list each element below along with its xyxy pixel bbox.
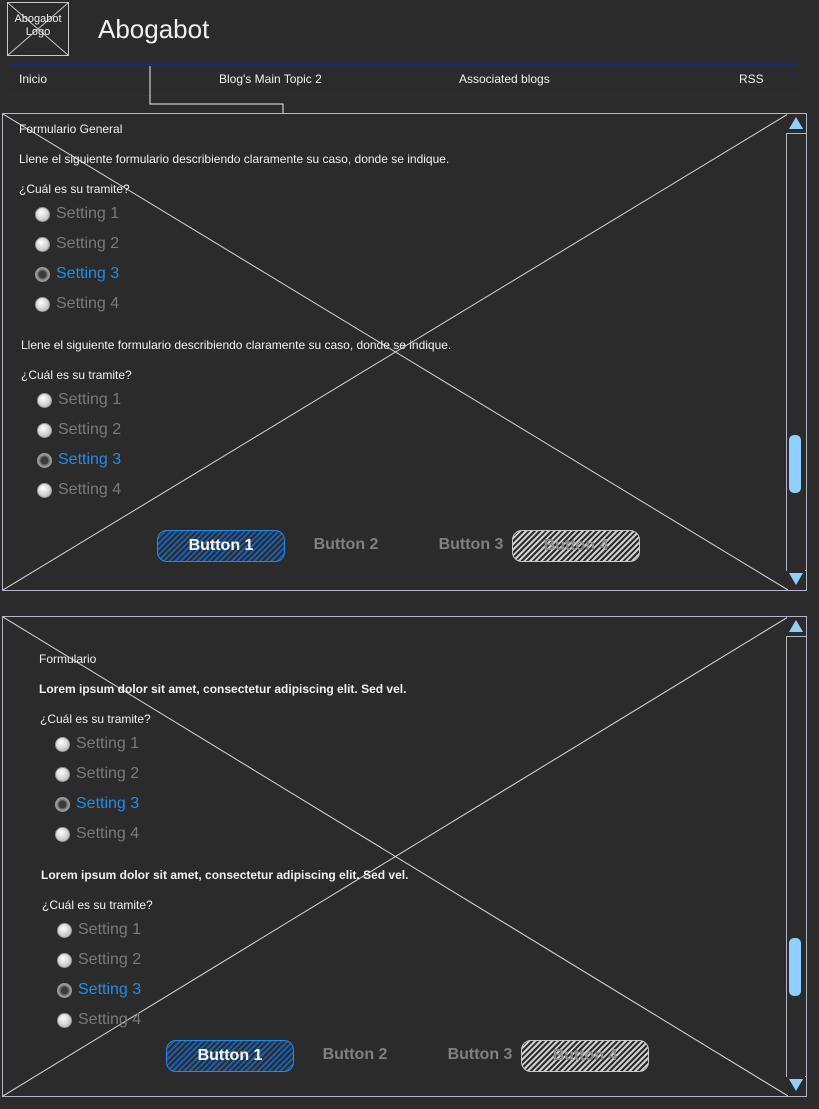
radio-label: Setting 4 <box>76 825 140 842</box>
form-question: ¿Cuál es su tramite? <box>21 368 132 382</box>
arrow-down-icon[interactable] <box>787 570 805 588</box>
radio-label: Setting 4 <box>58 481 122 498</box>
nav-item-main-topic[interactable]: Blog's Main Topic 2 <box>219 72 322 86</box>
nav-item-rss[interactable]: RSS <box>739 72 764 86</box>
form-description: Llene el siguiente formulario describien… <box>21 338 452 352</box>
radio-button-icon <box>35 206 50 222</box>
scrollbar-thumb[interactable] <box>789 938 801 996</box>
radio-label: Setting 4 <box>78 1011 142 1028</box>
form-panel-general[interactable]: Formulario General Llene el siguiente fo… <box>2 113 807 591</box>
form-question: ¿Cuál es su tramite? <box>19 182 130 196</box>
button-3[interactable]: Button 3 <box>434 1040 526 1070</box>
radio-button-selected-icon <box>55 796 70 812</box>
button-2[interactable]: Button 2 <box>308 1040 402 1070</box>
arrow-up-icon[interactable] <box>787 617 805 635</box>
radio-label: Setting 3 <box>56 265 120 282</box>
radio-option-setting-2[interactable]: Setting 2 <box>37 419 121 441</box>
radio-option-setting-3[interactable]: Setting 3 <box>35 263 119 285</box>
radio-option-setting-2[interactable]: Setting 2 <box>35 233 119 255</box>
radio-label: Setting 3 <box>58 451 122 468</box>
form-question: ¿Cuál es su tramite? <box>40 712 151 726</box>
scrollbar-track[interactable] <box>786 636 806 1077</box>
radio-option-setting-4[interactable]: Setting 4 <box>37 479 121 501</box>
radio-option-setting-1[interactable]: Setting 1 <box>57 919 141 941</box>
radio-label: Setting 1 <box>58 391 122 408</box>
vertical-scrollbar[interactable] <box>786 617 806 1096</box>
form-question: ¿Cuál es su tramite? <box>42 898 153 912</box>
app-title: Abogabot <box>98 14 210 44</box>
form-title: Formulario General <box>19 122 123 136</box>
button-3[interactable]: Button 3 <box>425 530 517 560</box>
button-4[interactable]: Button 4 <box>521 1040 649 1072</box>
radio-option-setting-4[interactable]: Setting 4 <box>35 293 119 315</box>
logo-text: Abogabot Logo <box>14 13 62 38</box>
radio-label: Setting 2 <box>58 421 122 438</box>
radio-label: Setting 2 <box>56 235 120 252</box>
radio-label: Setting 4 <box>56 295 120 312</box>
radio-label: Setting 3 <box>76 795 140 812</box>
radio-label: Setting 2 <box>76 765 140 782</box>
radio-option-setting-3[interactable]: Setting 3 <box>55 793 139 815</box>
arrow-down-icon[interactable] <box>787 1076 805 1094</box>
radio-button-icon <box>57 952 72 968</box>
radio-option-setting-4[interactable]: Setting 4 <box>57 1009 141 1031</box>
radio-button-icon <box>57 922 72 938</box>
form-description: Llene el siguiente formulario describien… <box>19 152 450 166</box>
nav-bar: Inicio Blog's Main Topic 2 Associated bl… <box>10 64 798 96</box>
radio-button-icon <box>37 482 52 498</box>
radio-button-icon <box>35 236 50 252</box>
radio-button-icon <box>37 422 52 438</box>
radio-button-icon <box>55 766 70 782</box>
radio-option-setting-1[interactable]: Setting 1 <box>35 203 119 225</box>
radio-option-setting-2[interactable]: Setting 2 <box>57 949 141 971</box>
radio-button-selected-icon <box>35 266 50 282</box>
radio-button-selected-icon <box>37 452 52 468</box>
scrollbar-thumb[interactable] <box>789 435 801 493</box>
arrow-up-icon[interactable] <box>787 114 805 132</box>
nav-item-inicio[interactable]: Inicio <box>19 72 47 86</box>
radio-option-setting-3[interactable]: Setting 3 <box>57 979 141 1001</box>
radio-option-setting-1[interactable]: Setting 1 <box>55 733 139 755</box>
radio-option-setting-4[interactable]: Setting 4 <box>55 823 139 845</box>
button-2[interactable]: Button 2 <box>299 530 393 560</box>
radio-label: Setting 3 <box>78 981 142 998</box>
radio-label: Setting 1 <box>76 735 140 752</box>
logo-placeholder: Abogabot Logo <box>7 2 69 56</box>
radio-button-icon <box>57 1012 72 1028</box>
form-title: Formulario <box>39 652 97 666</box>
vertical-scrollbar[interactable] <box>786 114 806 590</box>
radio-button-selected-icon <box>57 982 72 998</box>
button-1[interactable]: Button 1 <box>157 530 285 562</box>
radio-option-setting-1[interactable]: Setting 1 <box>37 389 121 411</box>
button-1[interactable]: Button 1 <box>166 1040 294 1072</box>
radio-label: Setting 2 <box>78 951 142 968</box>
scrollbar-track[interactable] <box>786 133 806 571</box>
radio-button-icon <box>55 736 70 752</box>
radio-option-setting-3[interactable]: Setting 3 <box>37 449 121 471</box>
radio-label: Setting 1 <box>56 205 120 222</box>
radio-option-setting-2[interactable]: Setting 2 <box>55 763 139 785</box>
radio-button-icon <box>37 392 52 408</box>
nav-item-associated-blogs[interactable]: Associated blogs <box>459 72 550 86</box>
radio-button-icon <box>35 296 50 312</box>
form-description: Lorem ipsum dolor sit amet, consectetur … <box>41 868 409 882</box>
button-4[interactable]: Button 4 <box>512 530 640 562</box>
radio-label: Setting 1 <box>78 921 142 938</box>
form-description: Lorem ipsum dolor sit amet, consectetur … <box>39 682 407 696</box>
radio-button-icon <box>55 826 70 842</box>
form-panel[interactable]: Formulario Lorem ipsum dolor sit amet, c… <box>2 616 807 1097</box>
